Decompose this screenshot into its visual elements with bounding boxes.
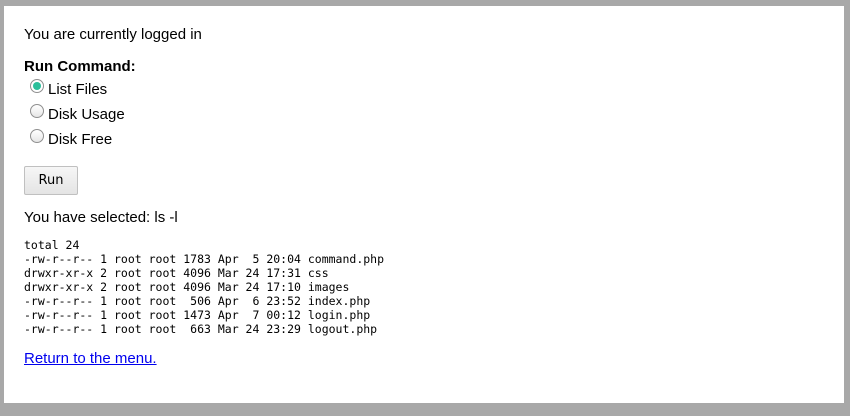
output-line: -rw-r--r-- 1 root root 506 Apr 6 23:52 i… [24, 294, 371, 308]
radio-label: Disk Usage [48, 106, 125, 123]
output-line: drwxr-xr-x 2 root root 4096 Mar 24 17:10… [24, 280, 350, 294]
radio-unchecked-icon[interactable] [30, 128, 44, 143]
run-command-label: Run Command: [24, 58, 136, 75]
radio-disk-free[interactable]: Disk Free [30, 128, 113, 148]
radio-disk-usage[interactable]: Disk Usage [30, 103, 125, 123]
return-to-menu-link[interactable]: Return to the menu. [24, 350, 157, 367]
run-button[interactable]: Run [24, 166, 78, 195]
output-line: -rw-r--r-- 1 root root 663 Mar 24 23:29 … [24, 322, 378, 336]
output-line: -rw-r--r-- 1 root root 1783 Apr 5 20:04 … [24, 252, 385, 266]
command-output: total 24 -rw-r--r-- 1 root root 1783 Apr… [24, 238, 384, 336]
radio-label: Disk Free [48, 131, 113, 148]
radio-label: List Files [48, 81, 108, 98]
output-line: -rw-r--r-- 1 root root 1473 Apr 7 00:12 … [24, 308, 371, 322]
radio-checked-icon[interactable] [30, 78, 44, 93]
content-panel: You are currently logged in Run Command:… [4, 6, 844, 403]
selected-command: You have selected: ls -l [24, 209, 178, 226]
radio-unchecked-icon[interactable] [30, 103, 44, 118]
radio-list-files[interactable]: List Files [30, 78, 108, 98]
login-status: You are currently logged in [24, 26, 202, 43]
output-line: drwxr-xr-x 2 root root 4096 Mar 24 17:31… [24, 266, 329, 280]
output-line: total 24 [24, 238, 80, 252]
